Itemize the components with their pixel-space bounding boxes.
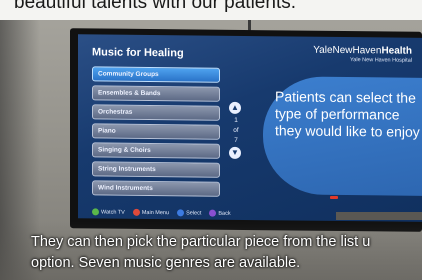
page-of: of	[233, 126, 239, 134]
green-button-icon	[92, 208, 99, 216]
menu-title: Music for Healing	[92, 46, 184, 60]
blue-button-icon	[177, 209, 185, 217]
top-caption: beautiful talents with our patients.	[14, 0, 297, 13]
legend-select: Select	[177, 209, 202, 217]
brand-name-bold: Health	[381, 45, 412, 57]
brand-name: YaleNewHavenHealth	[313, 45, 412, 57]
legend-back: Back	[209, 209, 231, 217]
scroll-up-icon[interactable]: ▲	[229, 101, 241, 114]
legend-main-menu: Main Menu	[132, 208, 170, 216]
menu-item-string-instruments[interactable]: String Instruments	[92, 161, 220, 178]
legend-label: Select	[186, 209, 202, 217]
brand-name-regular: YaleNewHaven	[313, 44, 382, 57]
menu-item-orchestras[interactable]: Orchestras	[92, 104, 220, 121]
legend-label: Watch TV	[101, 208, 125, 216]
hospital-logo: YaleNewHavenHealth Yale New Haven Hospit…	[313, 45, 412, 64]
purple-button-icon	[209, 209, 217, 217]
menu-item-ensembles-bands[interactable]: Ensembles & Bands	[92, 85, 220, 102]
remote-legend: Watch TV Main Menu Select Back	[92, 208, 231, 217]
video-subtitle: They can then pick the particular piece …	[31, 234, 371, 271]
hint-text: Patients can select the type of performa…	[275, 88, 420, 140]
scroll-down-icon[interactable]: ▼	[229, 146, 241, 159]
photo-scene: beautiful talents with our patients. Mus…	[0, 0, 422, 280]
legend-label: Back	[218, 210, 231, 217]
menu-item-singing-choirs[interactable]: Singing & Choirs	[92, 142, 220, 159]
legend-watch-tv: Watch TV	[92, 208, 125, 216]
caption-strip: beautiful talents with our patients.	[0, 0, 422, 20]
tv-stand	[336, 212, 422, 220]
menu-item-community-groups[interactable]: Community Groups	[92, 66, 220, 83]
page-total: 7	[234, 136, 238, 144]
tv-monitor: Music for Healing Community Groups Ensem…	[70, 28, 422, 232]
legend-label: Main Menu	[141, 209, 170, 216]
page-current: 1	[234, 116, 238, 124]
tv-screen: Music for Healing Community Groups Ensem…	[78, 34, 422, 222]
hint-panel: Patients can select the type of performa…	[263, 76, 422, 197]
genre-menu: Community Groups Ensembles & Bands Orche…	[92, 66, 220, 200]
brand-subtitle: Yale New Haven Hospital	[350, 57, 412, 64]
menu-item-piano[interactable]: Piano	[92, 123, 220, 140]
page-scroller: ▲ 1 of 7 ▼	[229, 101, 243, 159]
red-button-icon	[132, 208, 140, 216]
power-led	[330, 196, 338, 199]
menu-item-wind-instruments[interactable]: Wind Instruments	[92, 180, 220, 197]
